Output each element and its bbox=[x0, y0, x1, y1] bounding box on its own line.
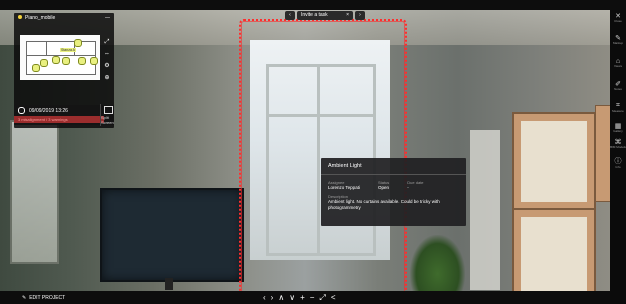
sidebar-item-label: Notes bbox=[614, 87, 622, 91]
close-icon[interactable]: × bbox=[346, 11, 349, 20]
warning-badge[interactable]: 3 misalignment / 3 warnings bbox=[14, 116, 104, 123]
pan-right-icon[interactable]: › bbox=[271, 293, 274, 303]
sidebar-item-label: Gallery bbox=[613, 129, 623, 133]
zoom-in-icon[interactable]: + bbox=[300, 293, 305, 303]
split-screen-button[interactable]: Split Screen bbox=[100, 104, 115, 126]
split-screen-label: Split Screen bbox=[101, 114, 114, 125]
sidebar-item-close[interactable]: ✕ Close bbox=[610, 12, 626, 23]
picture-frame bbox=[512, 112, 596, 211]
fullscreen-icon[interactable]: ⤢ bbox=[319, 293, 325, 303]
minimize-button[interactable]: — bbox=[105, 15, 110, 21]
due-date-label: Due date bbox=[407, 180, 424, 185]
minimap-tools: ⤢ ⇔ ⚙ ⊕ bbox=[103, 39, 111, 89]
sidebar-item-views[interactable]: ⌂ Views bbox=[610, 58, 626, 68]
task-selector[interactable]: Invite a task × bbox=[297, 11, 353, 20]
task-description: Description Ambient light. No curtains a… bbox=[321, 190, 466, 215]
camera-pin[interactable] bbox=[52, 56, 60, 64]
edit-project-label: EDIT PROJECT bbox=[29, 295, 66, 301]
assignee-value: Lorenzo Teppati bbox=[328, 185, 360, 190]
picture-frame bbox=[512, 208, 596, 291]
zoom-icon[interactable]: ⊕ bbox=[104, 75, 109, 81]
camera-pin[interactable] bbox=[90, 57, 98, 65]
expand-icon[interactable]: ⤢ bbox=[105, 39, 110, 45]
status-value: Open bbox=[377, 185, 389, 190]
task-highlight-region[interactable] bbox=[239, 19, 407, 295]
sidebar-item-info[interactable]: ⓘ Info bbox=[610, 156, 626, 169]
navigation-controls: ‹ › ∧ ∨ + − ⤢ < bbox=[263, 293, 335, 303]
camera-pin[interactable] bbox=[78, 57, 86, 65]
left-window bbox=[10, 120, 59, 264]
sidebar-item-label: Info bbox=[615, 165, 621, 169]
sidebar-item-markup[interactable]: ✎ Markup bbox=[610, 34, 626, 45]
pan-left-icon[interactable]: ‹ bbox=[263, 293, 266, 303]
top-bar bbox=[0, 0, 626, 10]
next-task-button[interactable]: › bbox=[355, 11, 365, 20]
television-stand bbox=[165, 278, 173, 290]
sidebar-item-label: Markup bbox=[612, 41, 623, 45]
television bbox=[100, 188, 244, 282]
task-title: Ambient Light bbox=[321, 158, 466, 175]
sidebar-item-label: Close bbox=[614, 19, 622, 23]
fit-icon[interactable]: ⇔ bbox=[104, 51, 110, 57]
pencil-icon: ✎ bbox=[22, 295, 27, 301]
task-navigator: ‹ Invite a task × › bbox=[285, 11, 365, 20]
capture-timestamp[interactable]: 09/09/2019 13:26 bbox=[29, 108, 68, 114]
prev-task-button[interactable]: ‹ bbox=[285, 11, 295, 20]
split-screen-icon bbox=[103, 105, 113, 114]
task-selector-label: Invite a task bbox=[301, 12, 328, 18]
sidebar-item-label: Measure bbox=[612, 109, 624, 113]
pin-label: Stanza A bbox=[60, 48, 77, 52]
door bbox=[470, 130, 500, 290]
pan-up-icon[interactable]: ∧ bbox=[278, 293, 284, 303]
sidebar-item-label: Views bbox=[614, 64, 622, 68]
clock-icon bbox=[18, 107, 25, 114]
zoom-out-icon[interactable]: − bbox=[310, 293, 315, 303]
panel-title: Piano_mobile bbox=[25, 15, 56, 21]
picture-frame bbox=[595, 105, 610, 202]
sidebar-item-measure[interactable]: ⌗ Measure bbox=[610, 102, 626, 113]
task-meta: Assignee Lorenzo Teppati Status Open Due… bbox=[321, 175, 466, 190]
share-icon[interactable]: < bbox=[331, 293, 336, 303]
sidebar-item-gallery[interactable]: ▦ Gallery bbox=[610, 122, 626, 133]
chevron-down-icon[interactable] bbox=[18, 15, 22, 19]
panel-header[interactable]: Piano_mobile — bbox=[14, 13, 114, 23]
sidebar-item-label: BIM Models bbox=[610, 145, 626, 149]
camera-pin[interactable] bbox=[32, 64, 40, 72]
panel-footer: 09/09/2019 13:26 3 misalignment / 3 warn… bbox=[14, 105, 114, 125]
sidebar-item-notes[interactable]: ✐ Notes bbox=[610, 80, 626, 91]
camera-pin[interactable] bbox=[74, 39, 82, 47]
measure-icon: ⌗ bbox=[616, 102, 620, 109]
right-sidebar: ✕ Close ✎ Markup ⌂ Views ✐ Notes ⌗ Measure ▦ G… bbox=[610, 10, 626, 304]
camera-pin[interactable] bbox=[62, 57, 70, 65]
settings-icon[interactable]: ⚙ bbox=[104, 63, 109, 69]
plant bbox=[410, 235, 465, 291]
pan-down-icon[interactable]: ∨ bbox=[289, 293, 295, 303]
camera-pin[interactable] bbox=[40, 59, 48, 67]
due-date-value: - bbox=[407, 185, 409, 190]
floorplan-minimap[interactable]: Stanza A bbox=[20, 35, 100, 80]
sidebar-item-bim[interactable]: ⌘ BIM Models bbox=[610, 138, 626, 149]
description-value: Ambient light. No curtains available. Co… bbox=[328, 199, 440, 210]
edit-project-button[interactable]: ✎ EDIT PROJECT bbox=[22, 295, 65, 301]
task-card[interactable]: Ambient Light Assignee Lorenzo Teppati S… bbox=[321, 158, 466, 226]
info-icon: ⓘ bbox=[614, 158, 622, 165]
